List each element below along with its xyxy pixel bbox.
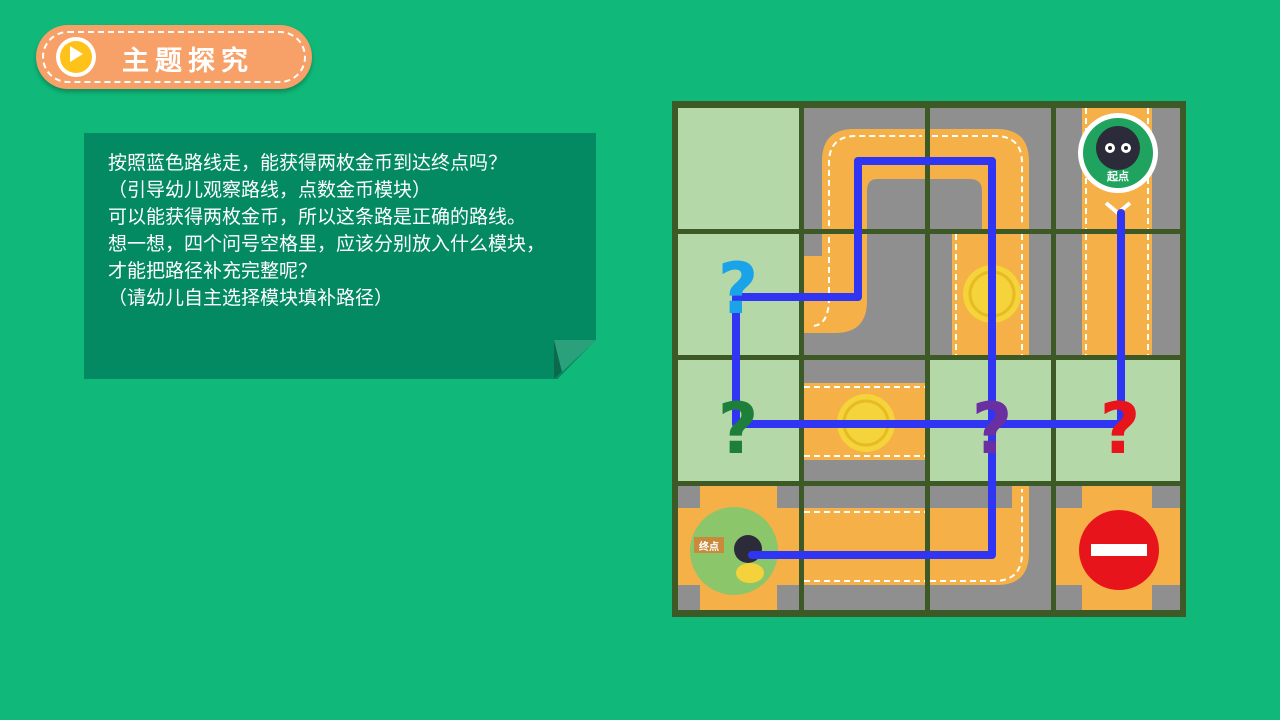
instruction-text: 按照蓝色路线走，能获得两枚金币到达终点吗？ （引导幼儿观察路线，点数金币模块） … xyxy=(108,150,588,312)
instruction-line-6: 想一想，四个问号空格里，应该分别放入什么模块， xyxy=(108,233,546,255)
question-mark-purple[interactable]: ? xyxy=(972,388,1013,470)
play-icon[interactable] xyxy=(56,37,96,77)
instruction-line-7: 才能把路径补充完整呢？ xyxy=(108,260,318,282)
instruction-line-1: 按照蓝色路线走，能获得两枚金币到达终点吗？ xyxy=(108,152,508,174)
tile-end[interactable]: 终点 xyxy=(678,486,799,610)
question-mark-green[interactable]: ? xyxy=(718,388,759,470)
mascot-icon xyxy=(1096,126,1140,170)
instruction-line-8: （请幼儿自主选择模块填补路径） xyxy=(108,287,394,309)
question-mark-red[interactable]: ? xyxy=(1100,388,1141,470)
instruction-line-2: （引导幼儿观察路线，点数金币模块） xyxy=(108,179,432,201)
end-label: 终点 xyxy=(699,540,719,553)
section-title: 主题探究 xyxy=(122,46,254,77)
panel-folded-corner xyxy=(554,340,596,379)
section-title-pill[interactable]: 主题探究 xyxy=(36,25,312,89)
tile-grass[interactable] xyxy=(678,108,799,229)
start-label: 起点 xyxy=(1106,169,1129,183)
tile-road-curve[interactable] xyxy=(804,108,925,229)
instruction-line-4: 可以能获得两枚金币，所以这条路是正确的路线。 xyxy=(108,206,527,228)
tile-road-straight[interactable] xyxy=(804,486,925,610)
question-mark-blue[interactable]: ? xyxy=(718,248,759,330)
path-puzzle-board: 起点 终点 ? ? ? ? xyxy=(672,101,1186,617)
tile-no-entry[interactable] xyxy=(1056,486,1180,610)
